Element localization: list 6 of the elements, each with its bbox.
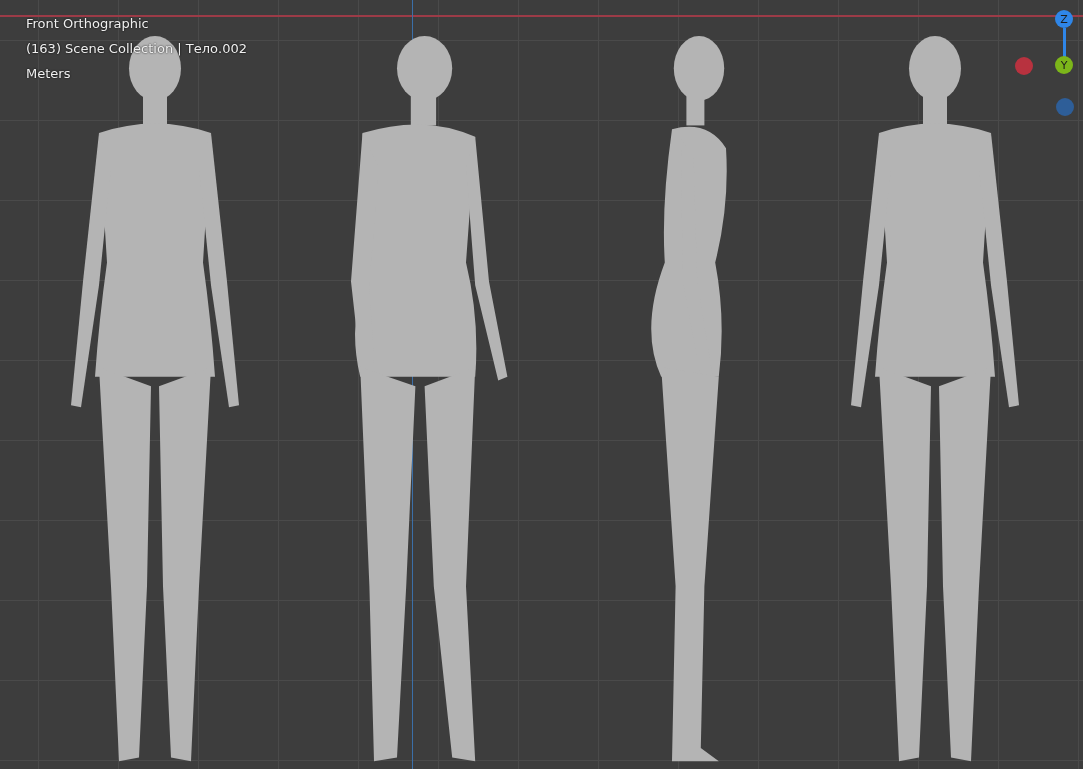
viewport-info-text: Meters [26, 65, 72, 83]
axis-gizmo-handle[interactable]: Z [1055, 10, 1073, 28]
axis-gizmo-dot[interactable] [1056, 98, 1074, 116]
axis-gizmo-handle[interactable]: Y [1055, 56, 1073, 74]
viewport-info-text: Front Orthographic [26, 15, 150, 33]
axis-gizmo-dot[interactable] [1015, 57, 1033, 75]
